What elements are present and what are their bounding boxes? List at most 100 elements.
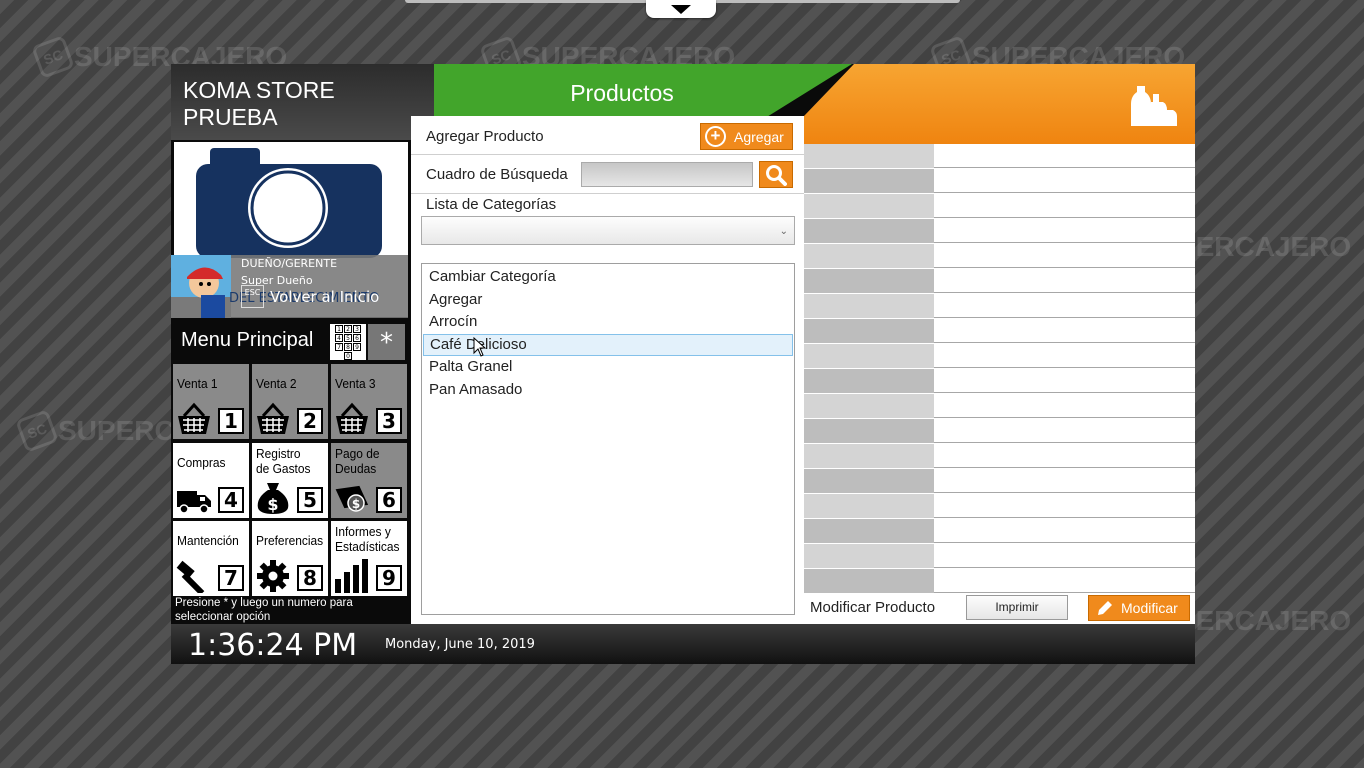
detail-row-value-cell[interactable]: [934, 494, 1195, 518]
camera-icon: [196, 148, 382, 258]
plus-icon: +: [705, 126, 726, 147]
menu-tile-label: Pago de Deudas: [335, 446, 380, 476]
detail-row-label-cell: [804, 444, 934, 468]
menu-tile-number: 1: [218, 408, 244, 434]
menu-tile-label: Registro de Gastos: [256, 446, 311, 476]
menu-tile-label: Mantención: [177, 533, 239, 548]
detail-row: [804, 419, 1195, 444]
detail-row-label-cell: [804, 419, 934, 443]
print-button[interactable]: Imprimir: [966, 595, 1068, 620]
detail-row-value-cell[interactable]: [934, 419, 1195, 443]
detail-row-value-cell[interactable]: [934, 469, 1195, 493]
detail-row-value-cell[interactable]: [934, 144, 1195, 168]
store-name-line1: KOMA STORE: [183, 77, 335, 103]
page-title: Productos: [570, 80, 674, 106]
detail-row: [804, 269, 1195, 294]
detail-row-label-cell: [804, 394, 934, 418]
detail-row-value-cell[interactable]: [934, 319, 1195, 343]
detail-row-label-cell: [804, 319, 934, 343]
detail-footer: Modificar Producto Imprimir Modificar: [804, 594, 1195, 624]
search-input[interactable]: [581, 162, 753, 187]
detail-row-label-cell: [804, 294, 934, 318]
truck-icon: [176, 481, 212, 515]
keypad-button[interactable]: 123 456 7890: [330, 324, 366, 360]
menu-tile-label: Compras: [177, 455, 226, 470]
detail-row-label-cell: [804, 519, 934, 543]
menu-tile-number: 6: [376, 487, 402, 513]
menu-tile[interactable]: Venta 1 1: [173, 364, 249, 439]
detail-row-value-cell[interactable]: [934, 369, 1195, 393]
store-name-line2: PRUEBA: [183, 104, 278, 130]
esc-key-hint: ESC: [241, 285, 264, 308]
menu-tile[interactable]: Registro de Gastos $5: [252, 443, 328, 518]
category-select[interactable]: ⌄: [421, 216, 795, 245]
detail-row-value-cell[interactable]: [934, 519, 1195, 543]
detail-row-value-cell[interactable]: [934, 219, 1195, 243]
menu-tile-label-line: de Gastos: [256, 461, 311, 476]
svg-text:$: $: [352, 497, 360, 511]
detail-row: [804, 444, 1195, 469]
products-bottles-icon: [1131, 86, 1177, 126]
list-item[interactable]: Arrocín: [423, 311, 793, 334]
keypad-digit: 7: [335, 342, 343, 351]
detail-row-label-cell: [804, 219, 934, 243]
detail-row: [804, 244, 1195, 269]
list-item[interactable]: Pan Amasado: [423, 379, 793, 402]
keypad-digit: 2: [344, 324, 352, 333]
detail-row-label-cell: [804, 169, 934, 193]
chevron-down-icon: ⌄: [779, 226, 788, 237]
detail-row: [804, 144, 1195, 169]
menu-tile[interactable]: Informes y Estadísticas 9: [331, 521, 407, 596]
detail-row-value-cell[interactable]: [934, 344, 1195, 368]
menu-tile-number: 5: [297, 487, 323, 513]
home-button[interactable]: ESC Volver al Inicio: [241, 285, 379, 308]
add-button[interactable]: + Agregar: [700, 123, 793, 150]
detail-row-value-cell[interactable]: [934, 244, 1195, 268]
menu-tile-label-line: Pago de: [335, 446, 380, 461]
detail-row: [804, 319, 1195, 344]
date: Monday, June 10, 2019: [385, 637, 535, 652]
detail-row-value-cell[interactable]: [934, 194, 1195, 218]
menu-tile[interactable]: Venta 2 2: [252, 364, 328, 439]
star-shortcut-button[interactable]: *: [368, 324, 405, 360]
detail-row-value-cell[interactable]: [934, 169, 1195, 193]
menu-tile[interactable]: Venta 3 3: [331, 364, 407, 439]
basket-icon: [334, 402, 370, 436]
menu-tile[interactable]: Pago de Deudas $6: [331, 443, 407, 518]
user-role: DUEÑO/GERENTE: [241, 257, 338, 270]
detail-row: [804, 219, 1195, 244]
menu-tile-label: Venta 2: [256, 376, 297, 391]
modify-product-label: Modificar Producto: [810, 599, 936, 616]
menu-hint-line1: Presione * y luego un numero para: [175, 597, 353, 609]
product-list[interactable]: Cambiar Categoría Agregar Arrocín Café Deli…: [421, 263, 795, 615]
detail-row-label-cell: [804, 494, 934, 518]
list-item[interactable]: Cambiar Categoría: [423, 266, 793, 289]
detail-row-label-cell: [804, 144, 934, 168]
svg-text:$: $: [267, 495, 278, 514]
search-label: Cuadro de Búsqueda: [426, 166, 568, 183]
modify-button[interactable]: Modificar: [1088, 595, 1190, 621]
menu-tile-label: Venta 1: [177, 376, 218, 391]
menu-tile[interactable]: Preferencias 8: [252, 521, 328, 596]
detail-row-value-cell[interactable]: [934, 294, 1195, 318]
list-item[interactable]: Palta Granel: [423, 356, 793, 379]
menu-tile[interactable]: Compras 4: [173, 443, 249, 518]
detail-row: [804, 294, 1195, 319]
detail-row-value-cell[interactable]: [934, 544, 1195, 568]
search-button[interactable]: [759, 161, 793, 188]
detail-row-value-cell[interactable]: [934, 394, 1195, 418]
menu-hint: Presione * y luego un numero para selecc…: [175, 596, 405, 624]
menu-tile[interactable]: Mantención 7: [173, 521, 249, 596]
detail-row-value-cell[interactable]: [934, 444, 1195, 468]
list-item[interactable]: Agregar: [423, 289, 793, 312]
detail-row-label-cell: [804, 244, 934, 268]
main-menu-title: Menu Principal: [181, 329, 314, 351]
keypad-digit: 8: [344, 342, 352, 351]
detail-row: [804, 494, 1195, 519]
detail-row-value-cell[interactable]: [934, 269, 1195, 293]
menu-tile-label: Venta 3: [335, 376, 376, 391]
hammer-icon: [176, 559, 212, 596]
dropdown-toggle-tab[interactable]: [646, 0, 716, 18]
detail-row-value-cell[interactable]: [934, 569, 1195, 593]
detail-row-label-cell: [804, 194, 934, 218]
